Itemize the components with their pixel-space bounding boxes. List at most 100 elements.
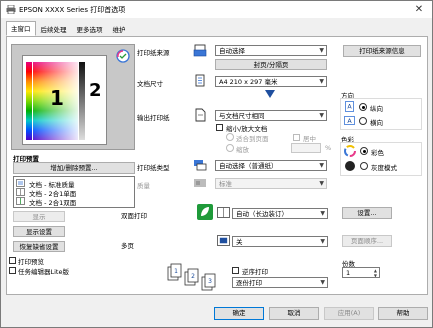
chevron-down-icon: ▼: [319, 162, 324, 169]
collate-pages-icon: 1 2 3: [167, 263, 216, 291]
zoom-radio[interactable]: [226, 144, 234, 152]
eco-leaf-icon: [197, 204, 213, 220]
cancel-button[interactable]: 取消: [269, 307, 319, 320]
tab-maintenance[interactable]: 维护: [108, 22, 131, 36]
center-checkbox[interactable]: [293, 134, 300, 141]
duplex-label: 双面打印: [121, 212, 147, 220]
multipage-icon: [217, 235, 230, 246]
document-size-icon: [195, 74, 205, 87]
svg-text:1: 1: [174, 268, 178, 275]
window-title: EPSON XXXX Series 打印首选项: [19, 6, 126, 14]
chevron-down-icon: ▼: [319, 112, 324, 119]
copies-value: 1: [346, 269, 351, 277]
duplex-settings-button[interactable]: 设置...: [342, 207, 392, 219]
chevron-down-icon: ▼: [320, 279, 325, 286]
preset-item[interactable]: 文档 - 2合1双面: [16, 197, 132, 207]
svg-text:3: 3: [208, 278, 212, 285]
multipage-label: 多页: [121, 242, 134, 250]
fit-to-page-radio[interactable]: [226, 133, 234, 141]
paper-source-info-button[interactable]: 打印纸来源信息: [343, 45, 421, 57]
reverse-order-label: 逆序打印: [242, 268, 268, 276]
zoom-input[interactable]: [291, 143, 321, 153]
color-label: 彩色: [371, 149, 384, 157]
close-icon[interactable]: ✕: [408, 1, 430, 17]
preview-page-number-1: 1: [50, 86, 64, 110]
spinner-icon[interactable]: ▲ ▼: [374, 268, 377, 277]
collate-select[interactable]: 逐份打印 ▼: [232, 277, 328, 288]
preset-item-label: 文档 - 2合1双面: [29, 199, 77, 207]
reduce-enlarge-checkbox[interactable]: [216, 124, 223, 131]
multipage-select[interactable]: 关 ▼: [232, 236, 328, 247]
document-preset-icon: [16, 188, 25, 196]
preset-item[interactable]: 文档 - 标准质量: [16, 179, 132, 189]
show-settings-button[interactable]: 显示设置: [13, 226, 65, 237]
job-arranger-checkbox[interactable]: [9, 267, 16, 274]
center-label: 居中: [303, 135, 316, 143]
portrait-radio[interactable]: [359, 103, 367, 111]
landscape-radio[interactable]: [359, 117, 367, 125]
output-paper-select[interactable]: 与文档尺寸相同 ▼: [215, 110, 327, 121]
quality-value: 标准: [219, 180, 232, 188]
paper-source-value: 自动选择: [219, 47, 245, 55]
print-check-icon: [116, 49, 130, 63]
tab-finishing[interactable]: 后续处理: [36, 22, 72, 36]
multipage-value: 关: [236, 238, 243, 246]
color-wheel-icon: [344, 145, 356, 157]
fit-to-page-label: 适合到页面: [236, 135, 269, 143]
portrait-label: 纵向: [370, 105, 383, 113]
preset-item[interactable]: 文档 - 2合1单面: [16, 188, 132, 198]
duplex-value: 自动（长边装订）: [236, 210, 288, 218]
ok-button[interactable]: 确定: [214, 307, 264, 320]
color-radio[interactable]: [360, 147, 368, 155]
tab-more-options[interactable]: 更多选项: [72, 22, 108, 36]
collate-value: 逐份打印: [236, 279, 262, 287]
output-paper-label: 输出打印纸: [137, 114, 170, 122]
tab-strip: 主窗口 后续处理 更多选项 维护: [6, 21, 131, 36]
add-remove-presets-button[interactable]: 增加/删除预置...: [13, 162, 135, 174]
zoom-label: 缩放: [236, 146, 249, 154]
reduce-enlarge-label: 缩小/放大文档: [226, 125, 268, 133]
output-paper-value: 与文档尺寸相同: [219, 112, 265, 120]
print-preferences-window: EPSON XXXX Series 打印首选项 ✕ 主窗口 后续处理 更多选项 …: [0, 0, 433, 328]
zoom-unit: %: [325, 144, 332, 152]
reverse-order-checkbox[interactable]: [232, 267, 239, 274]
printer-app-icon: [6, 5, 16, 14]
presets-list: 文档 - 标准质量 文档 - 2合1单面 文档 - 2合1双面: [13, 176, 135, 208]
chevron-down-icon: ▼: [320, 210, 325, 217]
restore-defaults-button[interactable]: 恢复缺省设置: [13, 241, 65, 252]
landscape-label: 横向: [370, 119, 383, 127]
paper-source-label: 打印纸来源: [137, 49, 170, 57]
paper-source-icon: [193, 44, 207, 57]
paper-source-select[interactable]: 自动选择 ▼: [215, 45, 327, 56]
apply-button[interactable]: 应用(A): [324, 307, 374, 320]
paper-type-icon: [194, 160, 207, 171]
grayscale-label: 灰度模式: [371, 164, 397, 172]
cover-separator-button[interactable]: 封页/分隔页: [215, 59, 327, 70]
duplex-select[interactable]: 自动（长边装订） ▼: [232, 208, 328, 219]
paper-type-label: 打印纸类型: [137, 164, 170, 172]
preview-sheet: 1 2: [22, 55, 107, 145]
job-arranger-label: 任务编辑器Lite版: [18, 268, 69, 276]
help-button[interactable]: 帮助: [378, 307, 428, 320]
preview-page-number-2: 2: [89, 80, 102, 101]
quality-select[interactable]: 标准 ▼: [215, 178, 327, 189]
show-preset-button[interactable]: 显示: [13, 211, 65, 222]
chevron-down-icon: ▼: [319, 78, 324, 85]
preview-color-chart: [26, 62, 32, 140]
main-tab-panel: 1 2 打印预置 增加/删除预置... 文档 - 标准质量 文档 - 2合1单面: [6, 36, 428, 295]
svg-text:2: 2: [191, 273, 195, 280]
tab-main[interactable]: 主窗口: [6, 21, 36, 36]
output-paper-icon: [195, 108, 206, 122]
doc-size-select[interactable]: A4 210 x 297 毫米 ▼: [215, 76, 327, 87]
document-preset-icon: [16, 179, 25, 187]
page-order-button[interactable]: 页面顺序...: [342, 235, 392, 247]
title-bar: EPSON XXXX Series 打印首选项 ✕: [1, 1, 432, 18]
doc-size-value: A4 210 x 297 毫米: [219, 78, 278, 86]
copies-input[interactable]: 1 ▲ ▼: [342, 267, 380, 278]
paper-type-select[interactable]: 自动选择（普通纸） ▼: [215, 160, 327, 171]
grayscale-radio[interactable]: [360, 162, 368, 170]
landscape-icon: A: [344, 116, 355, 125]
document-preset-icon: [16, 197, 25, 205]
print-preview-checkbox[interactable]: [9, 257, 16, 264]
doc-size-label: 文档尺寸: [137, 80, 163, 88]
